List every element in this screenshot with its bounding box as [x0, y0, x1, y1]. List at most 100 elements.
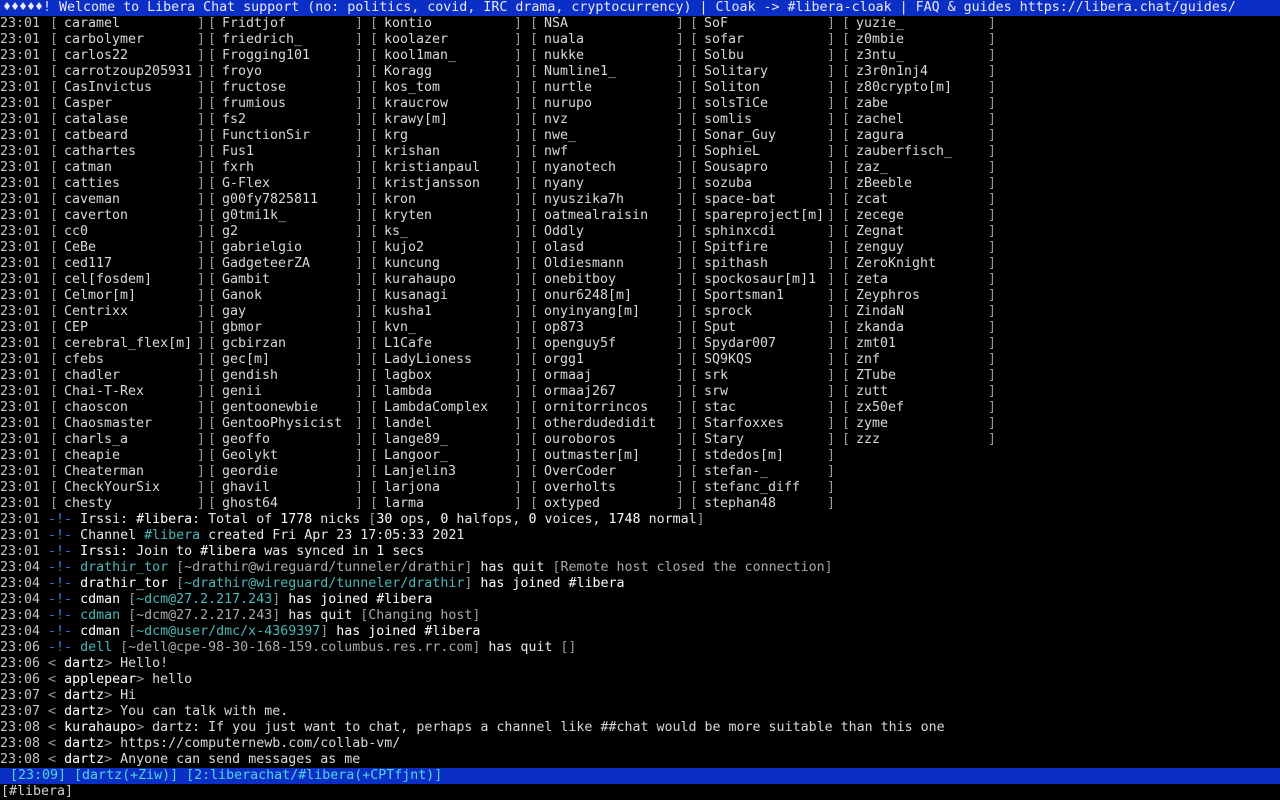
bracket-open: [: [370, 304, 379, 319]
message-text: You can talk with me.: [120, 704, 289, 719]
nick-entry: outmaster[m]: [544, 448, 641, 463]
bracket-open: [: [690, 272, 699, 287]
log-text: 30: [376, 512, 393, 527]
nick-entry: sphinxcdi: [704, 224, 777, 239]
bracket-close: ]: [514, 160, 523, 175]
bracket-open: [: [208, 336, 217, 351]
bracket-close: ]: [827, 336, 836, 351]
bracket-open: [: [842, 32, 851, 47]
bracket-open: [: [50, 128, 59, 143]
bracket-open: [: [208, 320, 217, 335]
status-text: [23:09] [dartz(+Ziw)] [2:liberachat/#lib…: [10, 768, 443, 783]
nick-entry: cel[fosdem]: [64, 272, 153, 287]
timestamp: 23:01: [0, 464, 41, 479]
timestamp: 23:01: [0, 224, 41, 239]
bracket-open: [: [690, 32, 699, 47]
nick-entry: nukke: [544, 48, 585, 63]
bracket-open: [: [690, 160, 699, 175]
bracket-open: [: [530, 192, 539, 207]
log-line: 23:07 < dartz> You can talk with me.: [0, 704, 1280, 720]
bracket-close: ]: [197, 336, 206, 351]
nick-entry: solsTiCe: [704, 96, 769, 111]
log-text: has joined: [280, 592, 377, 607]
bracket-close: ]: [676, 224, 685, 239]
bracket-open: [: [690, 176, 699, 191]
nick-entry: FunctionSir: [222, 128, 311, 143]
log-text: nicks: [312, 512, 369, 527]
bracket-close: ]: [355, 48, 364, 63]
bracket-open: [: [50, 288, 59, 303]
nick-entry: zkanda: [856, 320, 905, 335]
log-line: 23:08 < kurahaupo> dartz: If you just wa…: [0, 720, 1280, 736]
bracket-open: [: [690, 416, 699, 431]
bracket-open: [: [690, 144, 699, 159]
bracket-open: [: [208, 432, 217, 447]
nick-entry: sprock: [704, 304, 753, 319]
bracket-open: [: [50, 96, 59, 111]
bracket-close: ]: [676, 448, 685, 463]
bracket-close: ]: [988, 224, 997, 239]
log-text: has quit: [472, 560, 553, 575]
log-line: 23:07 < dartz> Hi: [0, 688, 1280, 704]
nick-bracket-close: >: [104, 752, 121, 767]
bracket-close: ]: [988, 256, 997, 271]
input-line[interactable]: [#libera]: [0, 784, 1280, 800]
names-row: 23:01[carlos22][Frogging101][kool1man_][…: [0, 48, 1280, 64]
bracket-open: [: [50, 448, 59, 463]
bracket-open: [: [50, 272, 59, 287]
bracket-close: ]: [197, 496, 206, 511]
log-text: ~dcm@user/dmc/x-4369397: [136, 624, 321, 639]
bracket-close: ]: [197, 400, 206, 415]
bracket-open: [: [208, 480, 217, 495]
bracket-close: ]: [355, 320, 364, 335]
log-line: 23:06 < dartz> Hello!: [0, 656, 1280, 672]
timestamp: 23:06: [0, 656, 41, 671]
timestamp: 23:01: [0, 256, 41, 271]
nick-entry: g0tmi1k_: [222, 208, 287, 223]
nick-entry: zx50ef: [856, 400, 905, 415]
nick-entry: krishan: [384, 144, 441, 159]
nick-entry: nyany: [544, 176, 585, 191]
bracket-close: ]: [676, 240, 685, 255]
nick-bracket-close: >: [104, 704, 121, 719]
nick-entry: zachel: [856, 112, 905, 127]
bracket-open: [: [370, 64, 379, 79]
names-row: 23:01[catman][fxrh][kristianpaul][nyanot…: [0, 160, 1280, 176]
bracket-open: [: [50, 400, 59, 415]
nick-entry: Fridtjof: [222, 16, 287, 31]
log-text: Channel: [80, 528, 145, 543]
bracket-open: [: [208, 352, 217, 367]
nick-bracket-close: >: [104, 736, 121, 751]
bracket-close: ]: [197, 192, 206, 207]
bracket-close: ]: [197, 416, 206, 431]
nick-entry: Sonar_Guy: [704, 128, 777, 143]
bracket-close: ]: [197, 160, 206, 175]
nick-entry: zeta: [856, 272, 889, 287]
bracket-open: [: [690, 400, 699, 415]
timestamp: 23:01: [0, 336, 41, 351]
bracket-open: [: [50, 16, 59, 31]
bracket-open: [: [690, 288, 699, 303]
bracket-open: [: [530, 288, 539, 303]
bracket-close: ]: [827, 288, 836, 303]
bracket-close: ]: [355, 208, 364, 223]
bracket-open: [: [842, 240, 851, 255]
nick-entry: gay: [222, 304, 247, 319]
nick-entry: Chai-T-Rex: [64, 384, 145, 399]
bracket-close: ]: [827, 480, 836, 495]
bracket-open: [: [208, 272, 217, 287]
bracket-close: ]: [197, 208, 206, 223]
bracket-open: [: [50, 384, 59, 399]
nick-entry: zecege: [856, 208, 905, 223]
bracket-open: [: [208, 64, 217, 79]
log-text: : Total of: [192, 512, 281, 527]
nick-entry: caramel: [64, 16, 121, 31]
names-row: 23:01[carbolymer][friedrich_][koolazer][…: [0, 32, 1280, 48]
nick-entry: L1Cafe: [384, 336, 433, 351]
nick-entry: chadler: [64, 368, 121, 383]
bracket-close: ]: [197, 464, 206, 479]
nick-entry: SQ9KQS: [704, 352, 753, 367]
bracket-close: ]: [676, 80, 685, 95]
log-text: has quit: [480, 640, 561, 655]
nick-entry: Oddly: [544, 224, 585, 239]
